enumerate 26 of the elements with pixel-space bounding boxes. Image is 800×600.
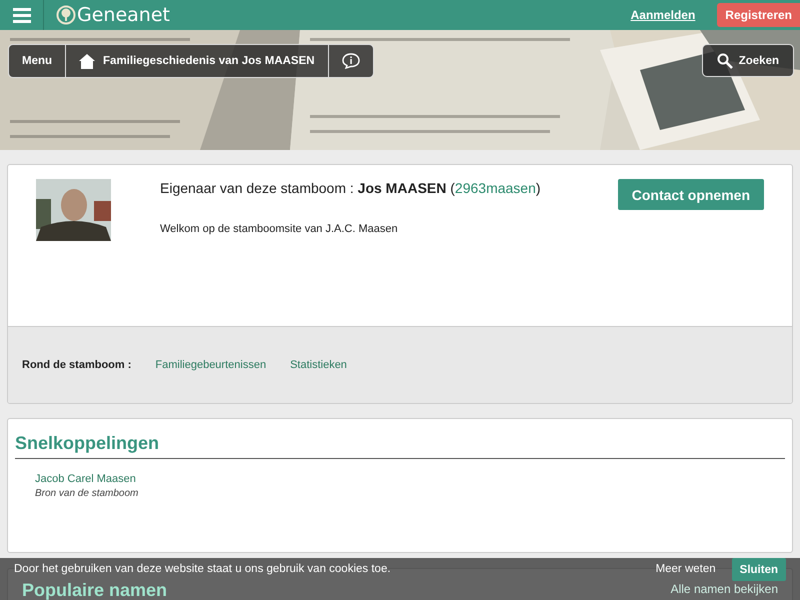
more-info-link[interactable]: Meer weten	[656, 562, 716, 576]
tree-home-button[interactable]: Familiegeschiedenis van Jos MAASEN	[65, 45, 328, 77]
info-bubble-icon	[342, 53, 360, 69]
close-button[interactable]: Sluiten	[732, 558, 786, 581]
login-link[interactable]: Aanmelden	[630, 8, 696, 22]
all-names-link[interactable]: Alle namen bekijken	[670, 582, 778, 596]
welcome-text: Welkom op de stamboomsite van J.A.C. Maasen	[160, 223, 399, 235]
around-label: Rond de stamboom :	[22, 359, 132, 371]
register-button[interactable]: Registreren	[717, 3, 800, 27]
around-link[interactable]: Familiegebeurtenissen	[155, 359, 266, 371]
contact-button[interactable]: Contact opnemen	[618, 179, 764, 210]
logo-text[interactable]: Geneanet	[77, 4, 170, 26]
section-title: Populaire namen	[22, 582, 168, 600]
cookie-text: Door het gebruiken van deze website staat u ons gebruik van cookies toe.	[14, 562, 392, 576]
search-button[interactable]: Zoeken	[702, 44, 794, 77]
search-icon	[716, 52, 733, 68]
menu-icon	[12, 7, 30, 23]
user-link[interactable]: 2963maasen	[454, 180, 536, 196]
home-icon	[79, 54, 96, 68]
tree-logo-icon	[56, 5, 76, 25]
person-note: Bron van de stamboom	[35, 488, 140, 499]
person-link[interactable]: Jacob Carel Maasen	[35, 473, 785, 485]
owner-line: Eigenaar van deze stamboom : Jos MAASEN (2963maasen)	[160, 179, 542, 197]
menu-button[interactable]: Menu	[9, 45, 66, 77]
section-title: Snelkoppelingen	[15, 433, 785, 459]
around-link[interactable]: Statistieken	[290, 359, 347, 371]
